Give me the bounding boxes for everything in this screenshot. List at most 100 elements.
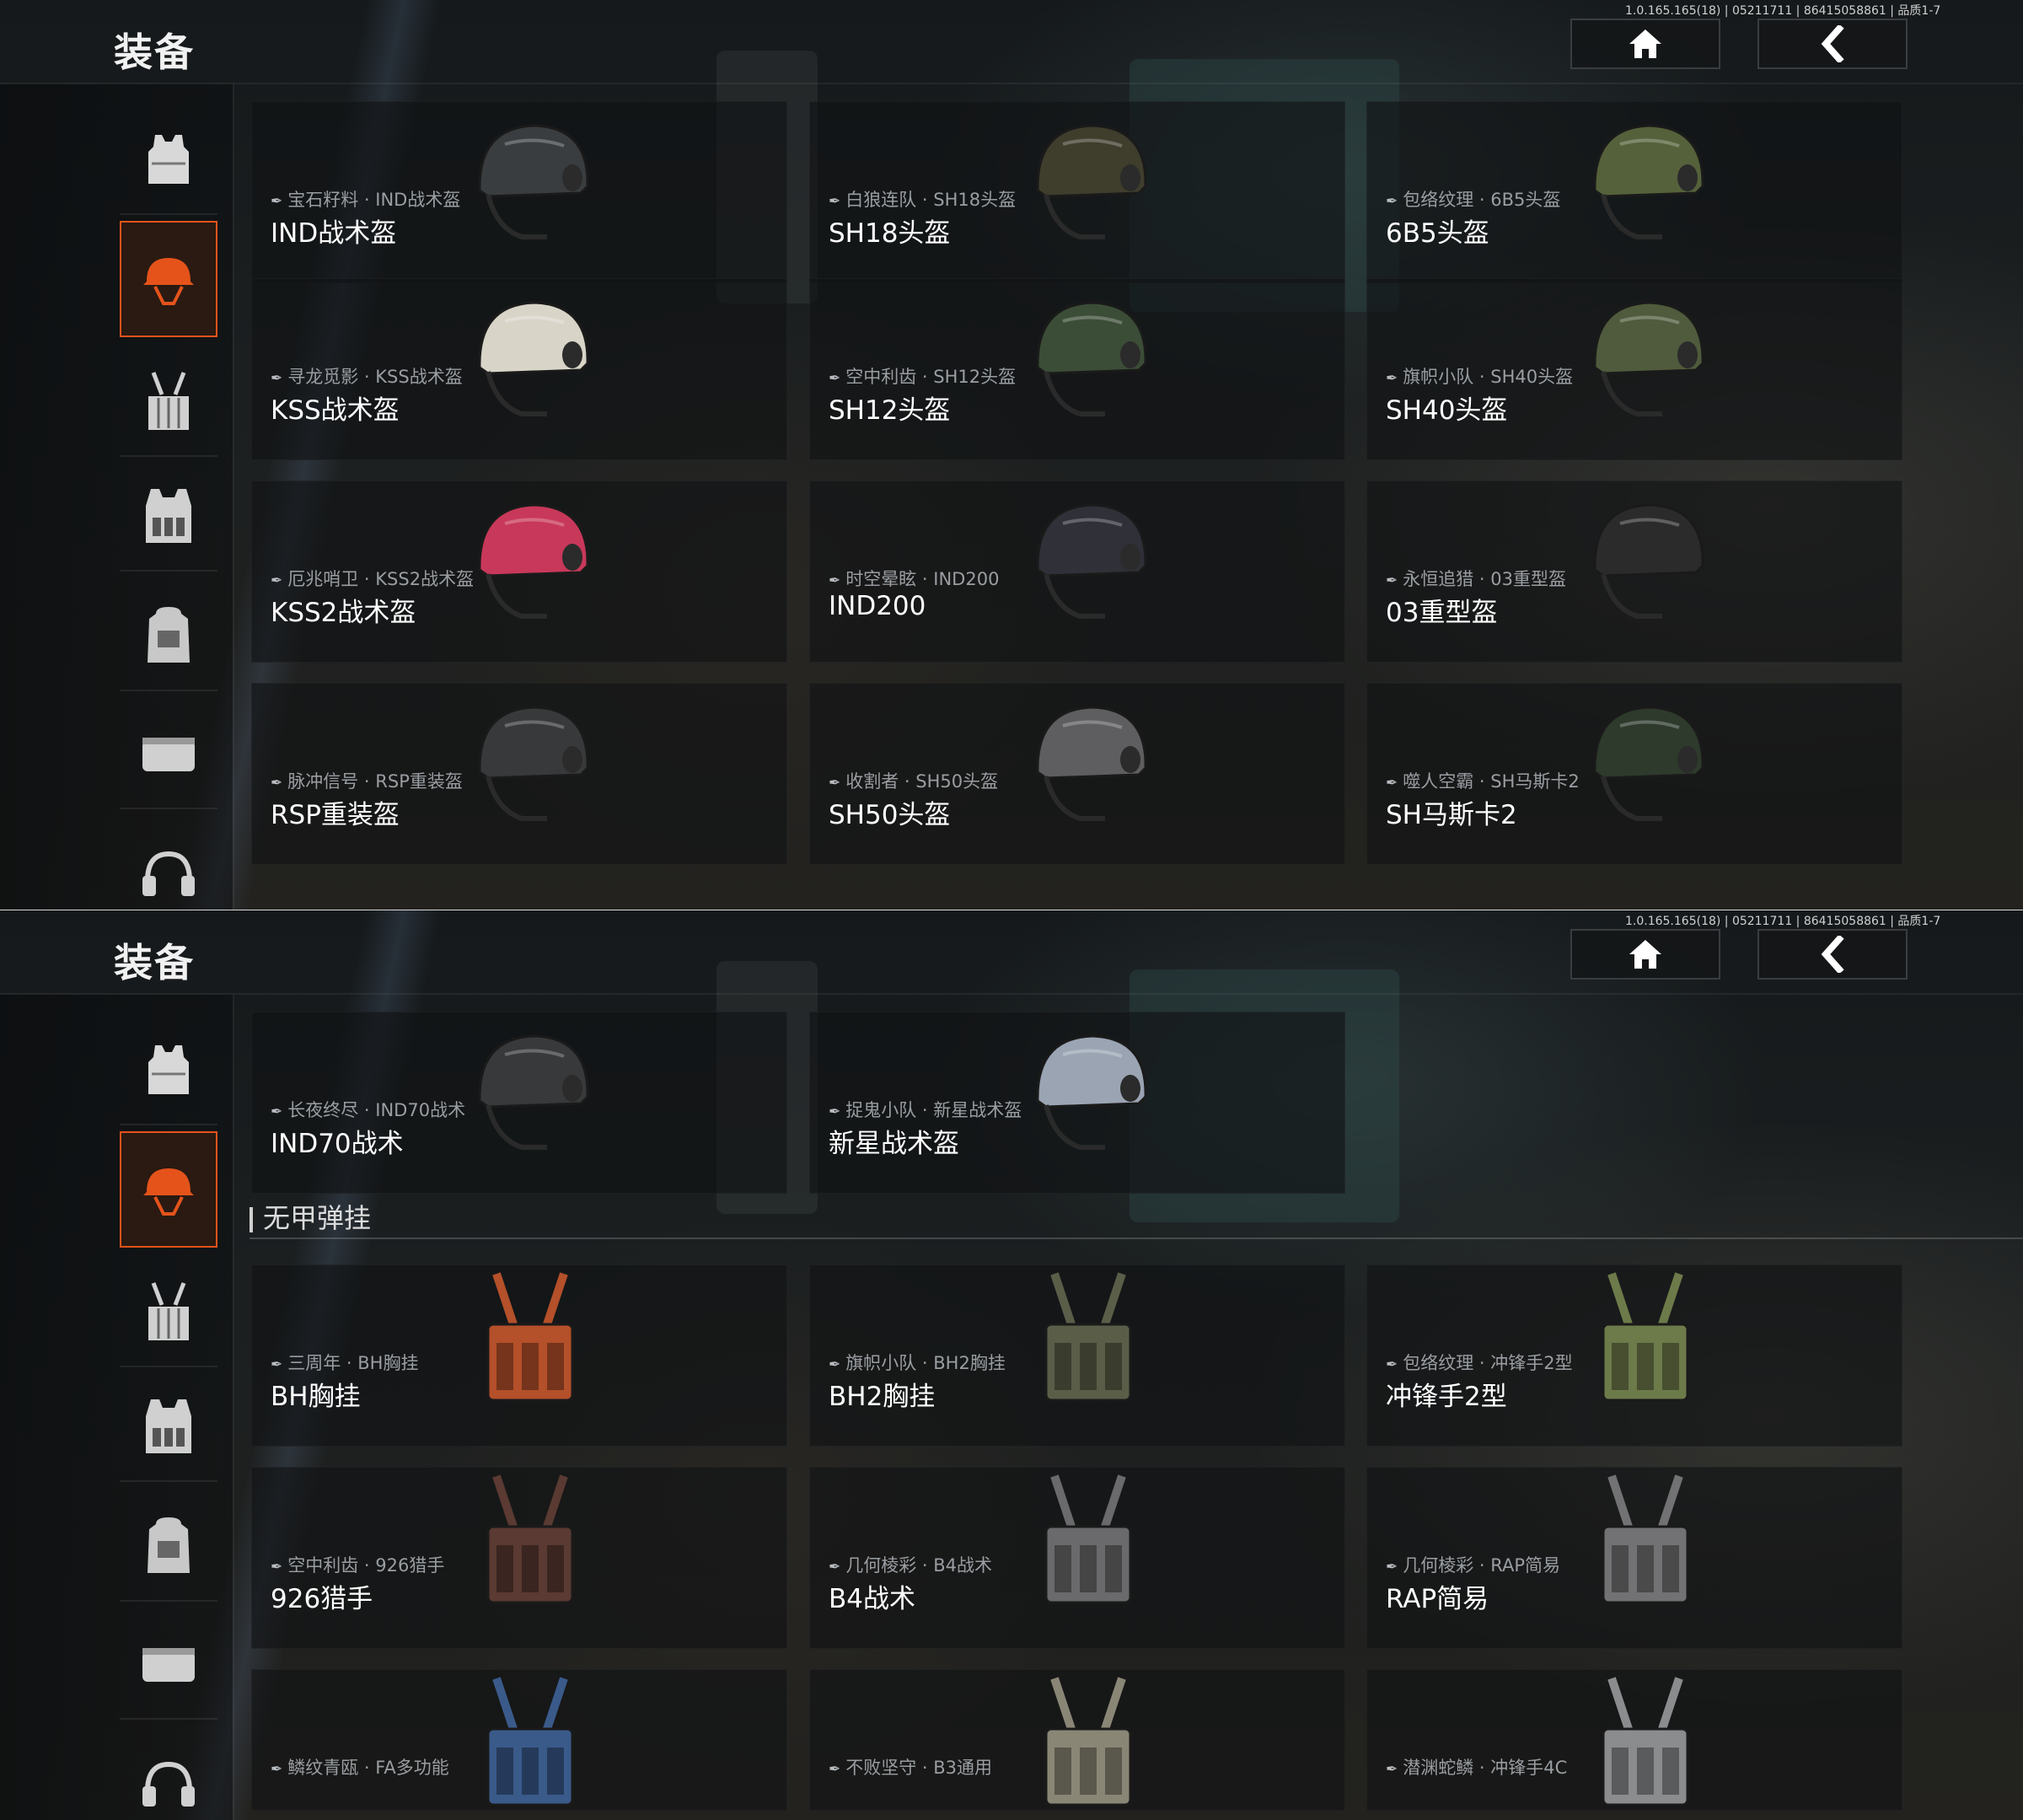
- category-pouch[interactable]: [120, 1610, 217, 1720]
- category-chest-rig[interactable]: [120, 347, 217, 457]
- helmet-icon: [143, 258, 194, 305]
- section-title: 无甲弹挂: [263, 1202, 372, 1234]
- skin-label: ✒ 捉鬼小队 · 新星战术盔: [829, 1097, 1022, 1122]
- helmet-image: [454, 279, 606, 431]
- item-name: RAP简易: [1386, 1584, 1489, 1614]
- item-name: 03重型盔: [1386, 598, 1498, 628]
- sidebar-divider: [233, 995, 234, 1820]
- helmet-image: [1012, 481, 1164, 633]
- rig-image: [1570, 1670, 1721, 1810]
- skin-name: 旗帜小队 · BH2胸挂: [845, 1353, 1006, 1373]
- helmet-card[interactable]: ✒ 脉冲信号 · RSP重装盔 RSP重装盔: [251, 683, 787, 865]
- brush-icon: ✒: [1386, 1356, 1398, 1373]
- rig-image: [1012, 1670, 1164, 1810]
- pouch-icon: [142, 1648, 195, 1682]
- rig-image: [454, 1265, 606, 1417]
- helmet-card[interactable]: ✒ 噬人空霸 · SH马斯卡2 SH马斯卡2: [1366, 683, 1902, 865]
- rig-image: [454, 1670, 606, 1810]
- helmet-card[interactable]: ✒ 捉鬼小队 · 新星战术盔新星战术盔: [809, 1012, 1345, 1194]
- home-icon: [1629, 940, 1661, 969]
- category-pouch[interactable]: [120, 700, 217, 809]
- category-tactical-vest[interactable]: [120, 1372, 217, 1482]
- item-name: 新星战术盔: [829, 1129, 959, 1159]
- helmet-card[interactable]: ✒ 包络纹理 · 6B5头盔 6B5头盔: [1366, 101, 1902, 283]
- category-backpack[interactable]: [120, 582, 217, 691]
- section-marker: [250, 1207, 253, 1232]
- item-name: 926猎手: [271, 1584, 373, 1614]
- helmet-card[interactable]: ✒ 厄兆哨卫 · KSS2战术盔 KSS2战术盔: [251, 481, 787, 663]
- brush-icon: ✒: [1386, 1559, 1398, 1576]
- item-name: IND200: [829, 591, 926, 621]
- item-name: SH12头盔: [829, 395, 951, 426]
- equipment-screen-bottom: 装备 1.0.165.165(18) | 05211711 | 86415058…: [0, 910, 2023, 1820]
- skin-name: 厄兆哨卫 · KSS2战术盔: [287, 569, 475, 589]
- skin-label: ✒ 包络纹理 · 冲锋手2型: [1386, 1350, 1573, 1375]
- skin-name: 时空晕眩 · IND200: [845, 569, 1000, 589]
- home-button[interactable]: [1570, 19, 1720, 69]
- brush-icon: ✒: [1386, 370, 1398, 387]
- rig-card[interactable]: ✒ 潜渊蛇鳞 · 冲锋手4C: [1366, 1669, 1902, 1811]
- rig-card[interactable]: ✒ 包络纹理 · 冲锋手2型 冲锋手2型: [1366, 1264, 1902, 1447]
- item-name: SH马斯卡2: [1386, 800, 1517, 830]
- version-text: 1.0.165.165(18) | 05211711 | 86415058861…: [1625, 4, 1941, 18]
- item-name: IND战术盔: [271, 218, 397, 249]
- brush-icon: ✒: [1386, 193, 1398, 210]
- back-button[interactable]: [1757, 929, 1908, 980]
- category-body-armor[interactable]: [120, 105, 217, 215]
- helmet-image: [1570, 279, 1721, 431]
- back-button[interactable]: [1757, 19, 1908, 69]
- helmet-image: [1012, 102, 1164, 254]
- helmet-card[interactable]: ✒ 时空晕眩 · IND200 IND200: [809, 481, 1345, 663]
- helmet-card[interactable]: ✒ 永恒追猎 · 03重型盔 03重型盔: [1366, 481, 1902, 663]
- skin-name: 三周年 · BH胸挂: [287, 1353, 419, 1373]
- helmet-image: [454, 102, 606, 254]
- helmet-card[interactable]: ✒ 长夜终尽 · IND70战术 IND70战术: [251, 1012, 787, 1194]
- rig-card[interactable]: ✒ 空中利齿 · 926猎手 926猎手: [251, 1467, 787, 1649]
- skin-name: 噬人空霸 · SH马斯卡2: [1403, 771, 1580, 792]
- helmet-card[interactable]: ✒ 空中利齿 · SH12头盔 SH12头盔: [809, 278, 1345, 460]
- body-armor-icon: [148, 1045, 189, 1094]
- helmet-card[interactable]: ✒ 寻龙觅影 · KSS战术盔 KSS战术盔: [251, 278, 787, 460]
- section-divider: [250, 1237, 2023, 1239]
- skin-label: ✒ 三周年 · BH胸挂: [271, 1350, 418, 1375]
- rig-card[interactable]: ✒ 不败坚守 · B3通用: [809, 1669, 1345, 1811]
- rig-card[interactable]: ✒ 几何棱彩 · RAP简易 RAP简易: [1366, 1467, 1902, 1649]
- rig-card[interactable]: ✒ 旗帜小队 · BH2胸挂 BH2胸挂: [809, 1264, 1345, 1447]
- category-headset[interactable]: [120, 818, 217, 910]
- rig-card[interactable]: ✒ 三周年 · BH胸挂 BH胸挂: [251, 1264, 787, 1447]
- skin-name: 潜渊蛇鳞 · 冲锋手4C: [1403, 1758, 1568, 1778]
- skin-label: ✒ 空中利齿 · 926猎手: [271, 1552, 444, 1577]
- helmet-card[interactable]: ✒ 收割者 · SH50头盔 SH50头盔: [809, 683, 1345, 865]
- backpack-icon: [148, 607, 190, 663]
- skin-name: 长夜终尽 · IND70战术: [287, 1100, 466, 1120]
- category-helmet[interactable]: [120, 221, 217, 337]
- rig-card[interactable]: ✒ 几何棱彩 · B4战术 B4战术: [809, 1467, 1345, 1649]
- skin-label: ✒ 厄兆哨卫 · KSS2战术盔: [271, 566, 474, 591]
- category-headset[interactable]: [120, 1728, 217, 1820]
- rig-image: [1570, 1265, 1721, 1417]
- skin-name: 包络纹理 · 冲锋手2型: [1403, 1353, 1573, 1373]
- chest-rig-icon: [148, 372, 189, 430]
- skin-label: ✒ 几何棱彩 · B4战术: [829, 1552, 992, 1577]
- skin-label: ✒ 时空晕眩 · IND200: [829, 566, 999, 591]
- rig-card[interactable]: ✒ 鳞纹青瓯 · FA多功能: [251, 1669, 787, 1811]
- skin-name: 几何棱彩 · RAP简易: [1403, 1555, 1561, 1576]
- category-helmet[interactable]: [120, 1131, 217, 1248]
- equipment-screen-top: 装备 1.0.165.165(18) | 05211711 | 86415058…: [0, 0, 2023, 910]
- skin-name: 不败坚守 · B3通用: [845, 1758, 993, 1778]
- helmet-card[interactable]: ✒ 旗帜小队 · SH40头盔 SH40头盔: [1366, 278, 1902, 460]
- item-name: BH胸挂: [271, 1382, 361, 1412]
- brush-icon: ✒: [271, 572, 283, 589]
- helmet-image: [1012, 684, 1164, 835]
- category-backpack[interactable]: [120, 1492, 217, 1602]
- home-button[interactable]: [1570, 929, 1720, 980]
- helmet-card[interactable]: ✒ 宝石籽料 · IND战术盔 IND战术盔: [251, 101, 787, 283]
- category-chest-rig[interactable]: [120, 1258, 217, 1367]
- helmet-image: [454, 1012, 606, 1164]
- brush-icon: ✒: [829, 1761, 841, 1778]
- category-body-armor[interactable]: [120, 1016, 217, 1125]
- brush-icon: ✒: [829, 1356, 841, 1373]
- category-tactical-vest[interactable]: [120, 462, 217, 572]
- helmet-card[interactable]: ✒ 白狼连队 · SH18头盔 SH18头盔: [809, 101, 1345, 283]
- tactical-vest-icon: [146, 489, 191, 543]
